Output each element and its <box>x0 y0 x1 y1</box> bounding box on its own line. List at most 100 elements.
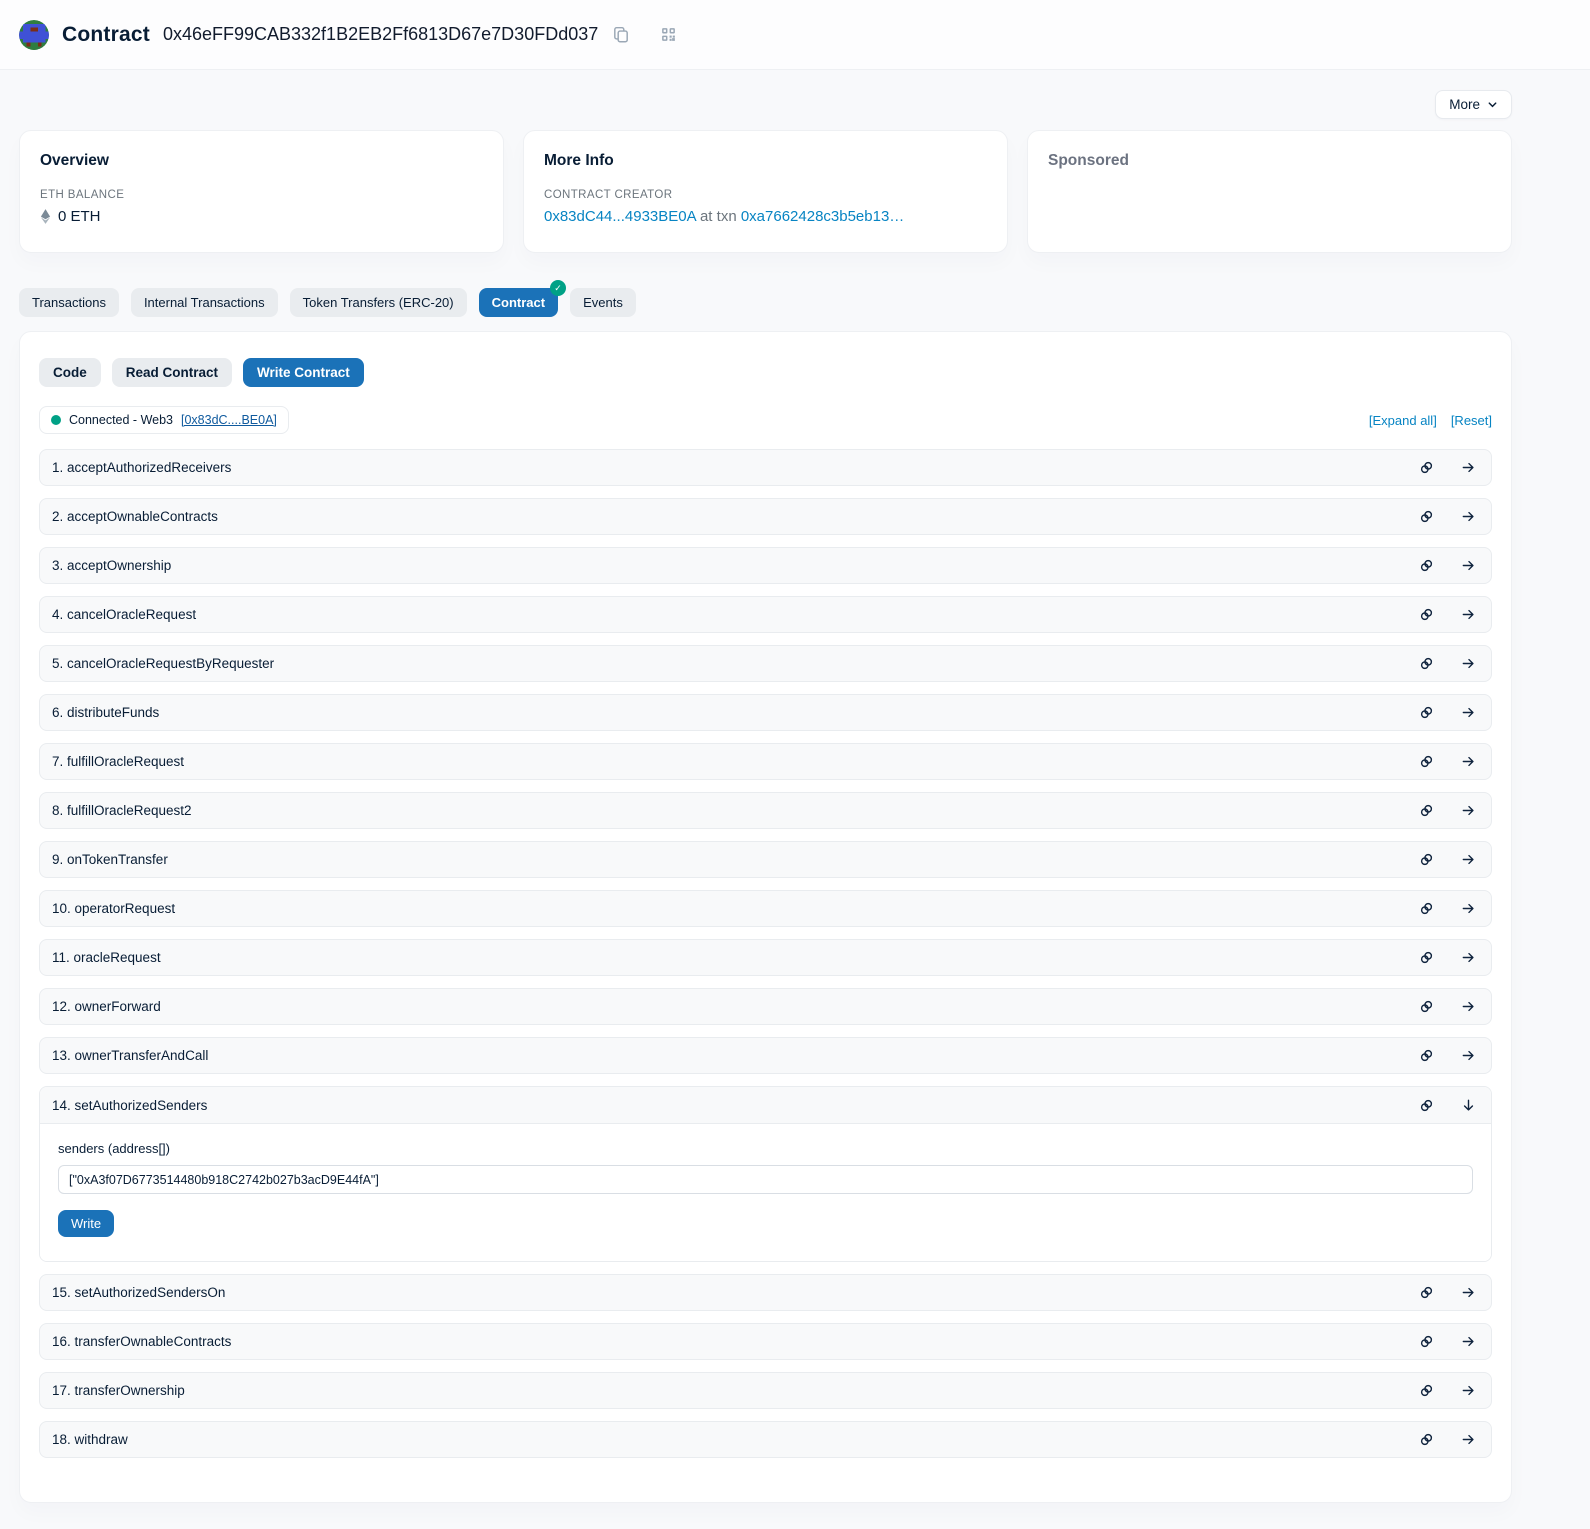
function-row-withdraw[interactable]: 18. withdraw <box>39 1421 1492 1458</box>
function-name: 1. acceptAuthorizedReceivers <box>52 460 231 475</box>
function-row-distributeFunds[interactable]: 6. distributeFunds <box>39 694 1492 731</box>
function-row-operatorRequest[interactable]: 10. operatorRequest <box>39 890 1492 927</box>
permalink-icon[interactable] <box>1419 1098 1434 1113</box>
permalink-icon[interactable] <box>1419 1334 1434 1349</box>
expand-arrow-icon[interactable] <box>1461 509 1476 524</box>
permalink-icon[interactable] <box>1419 950 1434 965</box>
expand-arrow-icon[interactable] <box>1461 460 1476 475</box>
permalink-icon[interactable] <box>1419 656 1434 671</box>
expand-arrow-icon[interactable] <box>1461 901 1476 916</box>
expand-arrow-icon[interactable] <box>1461 558 1476 573</box>
connected-dot-icon <box>51 415 61 425</box>
function-name: 17. transferOwnership <box>52 1383 185 1398</box>
tab-token-transfers[interactable]: Token Transfers (ERC-20) <box>290 288 467 317</box>
function-name: 4. cancelOracleRequest <box>52 607 196 622</box>
more-info-card: More Info CONTRACT CREATOR 0x83dC44...49… <box>523 130 1008 253</box>
connected-wallet-link[interactable]: [0x83dC....BE0A] <box>181 413 277 427</box>
permalink-icon[interactable] <box>1419 509 1434 524</box>
expand-arrow-icon[interactable] <box>1461 950 1476 965</box>
expand-arrow-icon[interactable] <box>1461 803 1476 818</box>
expand-arrow-icon[interactable] <box>1461 1048 1476 1063</box>
function-row-transferOwnableContracts[interactable]: 16. transferOwnableContracts <box>39 1323 1492 1360</box>
reset-link[interactable]: [Reset] <box>1451 413 1492 428</box>
function-row-acceptOwnership[interactable]: 3. acceptOwnership <box>39 547 1492 584</box>
expand-all-link[interactable]: [Expand all] <box>1369 413 1437 428</box>
function-name: 14. setAuthorizedSenders <box>52 1098 207 1113</box>
qr-code-icon[interactable] <box>658 25 678 45</box>
permalink-icon[interactable] <box>1419 803 1434 818</box>
creator-address-link[interactable]: 0x83dC44...4933BE0A <box>544 208 696 225</box>
expand-arrow-icon[interactable] <box>1461 999 1476 1014</box>
permalink-icon[interactable] <box>1419 901 1434 916</box>
eth-icon <box>40 208 51 225</box>
function-row-acceptOwnableContracts[interactable]: 2. acceptOwnableContracts <box>39 498 1492 535</box>
sponsored-card: Sponsored <box>1027 130 1512 253</box>
permalink-icon[interactable] <box>1419 460 1434 475</box>
permalink-icon[interactable] <box>1419 999 1434 1014</box>
subtab-code[interactable]: Code <box>39 358 101 387</box>
permalink-icon[interactable] <box>1419 607 1434 622</box>
subtab-read-contract[interactable]: Read Contract <box>112 358 232 387</box>
function-name: 13. ownerTransferAndCall <box>52 1048 208 1063</box>
permalink-icon[interactable] <box>1419 1383 1434 1398</box>
check-badge-icon: ✓ <box>550 280 566 296</box>
function-row-cancelOracleRequestByRequester[interactable]: 5. cancelOracleRequestByRequester <box>39 645 1492 682</box>
at-txn-text: at txn <box>700 208 737 225</box>
expand-arrow-icon[interactable] <box>1461 705 1476 720</box>
contract-address: 0x46eFF99CAB332f1B2EB2Ff6813D67e7D30FDd0… <box>163 24 598 45</box>
contract-avatar <box>19 20 49 50</box>
expand-arrow-icon[interactable] <box>1461 1334 1476 1349</box>
creation-txn-link[interactable]: 0xa7662428c3b5eb13… <box>741 208 904 225</box>
tab-events[interactable]: Events <box>570 288 636 317</box>
page-content: More Overview ETH BALANCE 0 ETH More Inf… <box>19 90 1512 1503</box>
overview-title: Overview <box>40 152 483 170</box>
expand-arrow-icon[interactable] <box>1461 656 1476 671</box>
copy-icon[interactable] <box>611 25 631 45</box>
permalink-icon[interactable] <box>1419 705 1434 720</box>
expand-arrow-icon[interactable] <box>1461 754 1476 769</box>
function-name: 6. distributeFunds <box>52 705 159 720</box>
permalink-icon[interactable] <box>1419 1432 1434 1447</box>
function-row-cancelOracleRequest[interactable]: 4. cancelOracleRequest <box>39 596 1492 633</box>
function-row-oracleRequest[interactable]: 11. oracleRequest <box>39 939 1492 976</box>
function-row-transferOwnership[interactable]: 17. transferOwnership <box>39 1372 1492 1409</box>
function-row-setAuthorizedSendersOn[interactable]: 15. setAuthorizedSendersOn <box>39 1274 1492 1311</box>
function-name: 7. fulfillOracleRequest <box>52 754 184 769</box>
function-row-ownerForward[interactable]: 12. ownerForward <box>39 988 1492 1025</box>
more-button[interactable]: More <box>1435 90 1512 119</box>
function-row-setAuthorizedSenders[interactable]: 14. setAuthorizedSenders <box>40 1087 1491 1124</box>
permalink-icon[interactable] <box>1419 1048 1434 1063</box>
permalink-icon[interactable] <box>1419 754 1434 769</box>
permalink-icon[interactable] <box>1419 558 1434 573</box>
contract-panel: Code Read Contract Write Contract Connec… <box>19 331 1512 1503</box>
tab-transactions[interactable]: Transactions <box>19 288 119 317</box>
summary-cards: Overview ETH BALANCE 0 ETH More Info CON… <box>19 130 1512 253</box>
expand-arrow-icon[interactable] <box>1461 1383 1476 1398</box>
permalink-icon[interactable] <box>1419 852 1434 867</box>
eth-balance-value: 0 ETH <box>58 208 101 225</box>
function-name: 11. oracleRequest <box>52 950 161 965</box>
function-row-fulfillOracleRequest2[interactable]: 8. fulfillOracleRequest2 <box>39 792 1492 829</box>
expand-arrow-icon[interactable] <box>1461 1432 1476 1447</box>
expand-arrow-icon[interactable] <box>1461 607 1476 622</box>
write-button[interactable]: Write <box>58 1210 114 1237</box>
connection-status[interactable]: Connected - Web3 [0x83dC....BE0A] <box>39 406 289 434</box>
function-row-onTokenTransfer[interactable]: 9. onTokenTransfer <box>39 841 1492 878</box>
tab-contract[interactable]: Contract ✓ <box>479 288 558 317</box>
function-name: 10. operatorRequest <box>52 901 175 916</box>
function-row-acceptAuthorizedReceivers[interactable]: 1. acceptAuthorizedReceivers <box>39 449 1492 486</box>
senders-input[interactable] <box>58 1165 1473 1194</box>
tab-internal-transactions[interactable]: Internal Transactions <box>131 288 278 317</box>
expand-arrow-icon[interactable] <box>1461 852 1476 867</box>
function-row-fulfillOracleRequest[interactable]: 7. fulfillOracleRequest <box>39 743 1492 780</box>
function-list: 1. acceptAuthorizedReceivers 2. acceptOw… <box>39 449 1492 1458</box>
function-body: senders (address[]) Write <box>40 1124 1491 1261</box>
permalink-icon[interactable] <box>1419 1285 1434 1300</box>
overview-card: Overview ETH BALANCE 0 ETH <box>19 130 504 253</box>
subtab-write-contract[interactable]: Write Contract <box>243 358 364 387</box>
function-row-ownerTransferAndCall[interactable]: 13. ownerTransferAndCall <box>39 1037 1492 1074</box>
collapse-arrow-icon[interactable] <box>1461 1098 1476 1113</box>
function-name: 2. acceptOwnableContracts <box>52 509 218 524</box>
expand-arrow-icon[interactable] <box>1461 1285 1476 1300</box>
page-title: Contract <box>62 23 150 47</box>
